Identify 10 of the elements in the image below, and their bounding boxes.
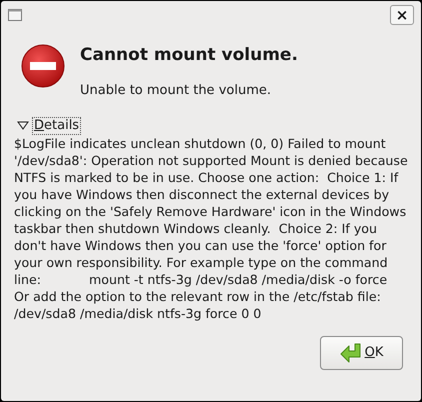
dialog-title: Cannot mount volume.	[80, 44, 298, 67]
dialog-message: Unable to mount the volume.	[80, 82, 272, 100]
details-expander[interactable]: Details	[32, 117, 82, 135]
details-text: $LogFile indicates unclean shutdown (0, 0) Failed to mount '/dev/sda8': Operation not supported Mount is denied because NTFS is marked to be in use. Choose one action: Choice 1: If you have Windows then disconnect the external devices by clicking on the 'Safely Remove Hardware' icon in the Windows taskbar then shutdown Windows cleanly. Choice 2: If you don't have Windows then you can use the 'force' option for your own responsibility. For example type on the command line: mount -t ntfs-3g /dev/sda8 /media/disk -o force Or add the option to the relevant row in the /etc/fstab file: /dev/sda8 /media/disk ntfs-3g force 0 0	[13, 135, 409, 322]
expanded-triangle-icon[interactable]	[17, 121, 29, 131]
enter-arrow-icon	[340, 343, 362, 363]
ok-button[interactable]: OK	[320, 336, 403, 370]
window-icon[interactable]	[8, 9, 22, 21]
close-button[interactable]: ×	[390, 5, 414, 25]
error-icon	[21, 44, 65, 88]
